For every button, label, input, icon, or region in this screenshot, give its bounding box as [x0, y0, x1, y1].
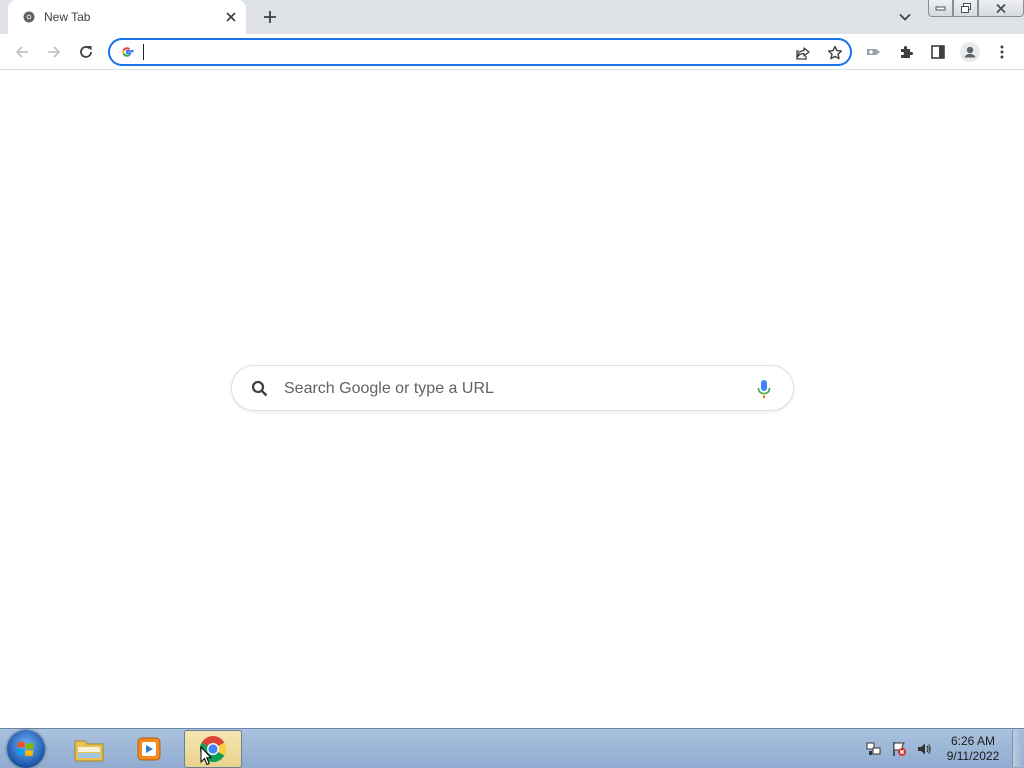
clock-date: 9/11/2022: [946, 749, 1000, 763]
extension-icon: [867, 49, 880, 55]
media-player-taskbar-button[interactable]: [120, 730, 178, 768]
close-tab-button[interactable]: [222, 8, 240, 26]
close-window-button[interactable]: [978, 0, 1024, 17]
profile-button[interactable]: [956, 38, 984, 66]
reload-button[interactable]: [72, 38, 100, 66]
minimize-button[interactable]: [928, 0, 953, 17]
file-explorer-taskbar-button[interactable]: [60, 730, 118, 768]
windows-start-icon[interactable]: [7, 730, 45, 768]
arrow-right-icon: [48, 46, 61, 58]
puzzle-icon: [901, 46, 913, 58]
system-tray: [866, 741, 932, 757]
ntp-search-box[interactable]: [231, 365, 794, 411]
ntp-search-input[interactable]: [284, 379, 734, 399]
extension-button[interactable]: [860, 38, 888, 66]
text-caret: [143, 44, 144, 60]
minimize-icon: [935, 6, 946, 11]
side-panel-button[interactable]: [924, 38, 952, 66]
browser-toolbar: [0, 34, 1024, 70]
restore-button[interactable]: [953, 0, 978, 17]
chrome-favicon-icon: [23, 11, 35, 23]
restore-icon: [960, 2, 971, 13]
tab-search-button[interactable]: [893, 7, 917, 27]
back-button[interactable]: [8, 38, 36, 66]
microphone-icon[interactable]: [754, 378, 774, 400]
chevron-down-icon: [899, 13, 911, 21]
network-icon[interactable]: [866, 741, 882, 757]
show-desktop-button[interactable]: [1012, 730, 1023, 767]
magnifier-icon: [251, 380, 268, 397]
forward-button[interactable]: [40, 38, 68, 66]
kebab-menu-icon: [1000, 45, 1004, 59]
volume-icon[interactable]: [916, 741, 932, 757]
tab-title: New Tab: [44, 10, 91, 24]
window-controls: [928, 0, 1024, 18]
menu-button[interactable]: [988, 38, 1016, 66]
plus-icon: [264, 11, 276, 23]
media-player-icon: [137, 737, 161, 761]
close-icon: [226, 12, 236, 22]
taskbar-clock[interactable]: 6:26 AM 9/11/2022: [940, 734, 1006, 764]
tab-strip: New Tab: [0, 0, 1024, 34]
bookmark-button[interactable]: [824, 43, 846, 63]
windows-logo-icon: [16, 741, 34, 757]
share-button[interactable]: [792, 43, 814, 63]
clock-time: 6:26 AM: [950, 734, 996, 748]
close-icon: [996, 3, 1006, 13]
mouse-cursor-icon: [200, 746, 212, 766]
star-icon: [827, 45, 843, 60]
side-panel-icon: [931, 45, 945, 59]
tab-new-tab[interactable]: New Tab: [8, 0, 246, 34]
omnibox[interactable]: [108, 38, 852, 66]
profile-icon: [960, 42, 980, 62]
extensions-menu-button[interactable]: [892, 38, 920, 66]
action-center-flag-icon[interactable]: [891, 741, 907, 757]
file-explorer-icon: [74, 740, 104, 762]
share-icon: [796, 47, 810, 60]
reload-icon: [80, 46, 92, 58]
arrow-left-icon: [15, 46, 28, 58]
chrome-taskbar-button[interactable]: [184, 730, 242, 768]
google-g-icon: [122, 47, 134, 57]
omnibox-input[interactable]: [142, 43, 782, 61]
taskbar: 6:26 AM 9/11/2022: [0, 728, 1024, 768]
new-tab-button[interactable]: [258, 6, 282, 28]
